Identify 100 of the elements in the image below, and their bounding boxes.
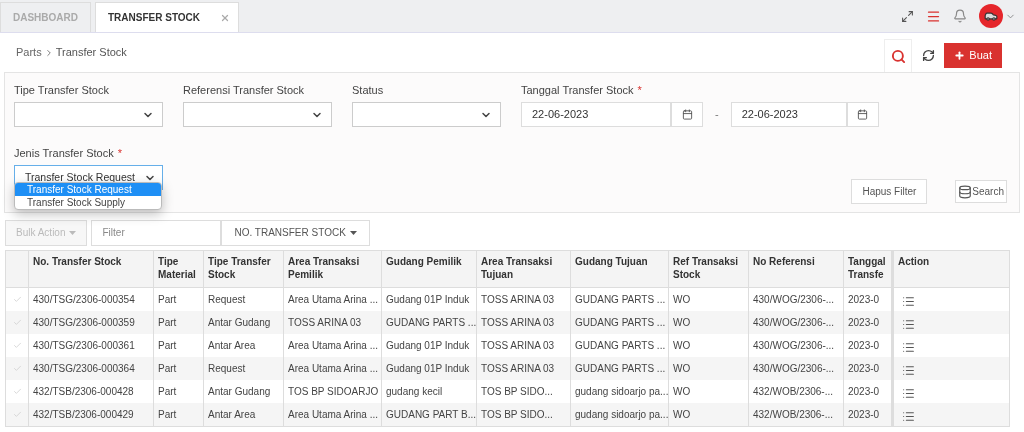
table-cell-text: 432/TSB/2306-000428 xyxy=(33,385,134,399)
refresh-icon xyxy=(921,49,935,62)
table-cell-text: gudang sidoarjo pa... xyxy=(575,385,668,399)
field-label: Status xyxy=(352,83,385,96)
car-icon xyxy=(984,9,998,23)
table-cell-text: Request xyxy=(208,362,246,376)
table-cell-text: Antar Area xyxy=(208,408,256,422)
table-cell-text: Part xyxy=(158,316,177,330)
column-header[interactable]: Tanggal Transfe xyxy=(848,255,887,281)
calendar-button[interactable] xyxy=(671,102,703,127)
select-field[interactable] xyxy=(352,102,501,127)
field-label: Tanggal Transfer Stock * xyxy=(521,83,643,96)
row-checkbox[interactable] xyxy=(12,295,22,304)
table-cell-text: TOSS ARINA 03 xyxy=(288,316,362,330)
select-field[interactable] xyxy=(183,102,332,127)
table-cell-text: 2023-0 xyxy=(848,362,880,376)
table-cell-text: Part xyxy=(158,339,177,353)
date-field[interactable]: 22-06-2023 xyxy=(521,102,671,127)
table-cell-text: 432/TSB/2306-000429 xyxy=(33,408,134,422)
breadcrumb-link[interactable]: Parts xyxy=(16,44,42,61)
column-header[interactable]: Area Transaksi Pemilik xyxy=(288,255,377,281)
table-cell-text: TOS BP SIDO... xyxy=(481,408,553,422)
avatar[interactable] xyxy=(979,4,1003,28)
calendar-icon xyxy=(681,109,693,120)
table-cell-text: 2023-0 xyxy=(848,316,880,330)
column-header[interactable]: Ref Transaksi Stock xyxy=(673,255,744,281)
table-cell-text: 2023-0 xyxy=(848,293,880,307)
breadcrumb-current: Transfer Stock xyxy=(55,45,127,61)
table-cell-text: 430/TSG/2306-000359 xyxy=(33,316,135,330)
date-field[interactable]: 22-06-2023 xyxy=(730,102,847,127)
table-cell-text: GUDANG PARTS ... xyxy=(386,316,476,330)
table-cell-text: Gudang 01P Induk xyxy=(386,362,470,376)
search-button[interactable] xyxy=(884,39,913,72)
table-cell-text: Gudang 01P Induk xyxy=(386,339,470,353)
column-dropdown[interactable]: NO. TRANSFER STOCK xyxy=(221,219,370,246)
row-checkbox[interactable] xyxy=(12,364,22,373)
table-cell-text: 430/TSG/2306-000364 xyxy=(33,362,135,376)
table-cell-text: TOSS ARINA 03 xyxy=(481,293,555,307)
table-cell-text: GUDANG PARTS ... xyxy=(575,316,666,330)
table-cell-text: Part xyxy=(158,293,177,307)
table-cell-text: TOS BP SIDOARJO xyxy=(288,385,379,399)
table-cell-text: Request xyxy=(208,293,246,307)
create-button[interactable]: Buat xyxy=(944,43,1002,68)
close-icon[interactable] xyxy=(220,12,231,23)
caret-icon xyxy=(349,230,357,235)
table-cell-text: Gudang 01P Induk xyxy=(386,293,470,307)
filter-field[interactable]: Filter xyxy=(91,219,222,246)
calendar-icon xyxy=(857,109,869,120)
dropdown-option[interactable]: Transfer Stock Supply xyxy=(15,196,161,209)
clear-filter-button[interactable]: Hapus Filter xyxy=(851,179,928,204)
column-header[interactable]: Gudang Tujuan xyxy=(575,255,664,268)
table-cell-text: TOSS ARINA 03 xyxy=(481,316,555,330)
column-header[interactable]: No Referensi xyxy=(753,255,839,268)
table-cell-text: WO xyxy=(673,316,691,330)
list-icon[interactable] xyxy=(902,410,915,423)
table-cell-text: 430/WOG/2306-... xyxy=(753,339,835,353)
table-cell-text: 432/WOB/2306-... xyxy=(753,385,834,399)
table-cell-text: TOSS ARINA 03 xyxy=(481,362,555,376)
table-cell-text: 430/TSG/2306-000354 xyxy=(33,293,135,307)
table-cell-text: gudang sidoarjo pa... xyxy=(575,408,668,422)
table-cell-text: 430/WOG/2306-... xyxy=(753,293,835,307)
table-cell-text: Antar Area xyxy=(208,339,256,353)
table-cell-text: Area Utama Arina ... xyxy=(288,408,379,422)
column-header[interactable]: Gudang Pemilik xyxy=(386,255,472,268)
search-button[interactable]: Search xyxy=(955,180,1007,203)
table-cell-text: GUDANG PARTS ... xyxy=(575,293,666,307)
table-cell-text: GUDANG PART B... xyxy=(386,408,476,422)
table-cell-text: 2023-0 xyxy=(848,408,880,422)
fullscreen-icon[interactable] xyxy=(901,9,914,23)
row-checkbox[interactable] xyxy=(12,341,22,350)
row-checkbox[interactable] xyxy=(12,318,22,327)
column-header[interactable]: No. Transfer Stock xyxy=(33,255,149,268)
notification-icon[interactable] xyxy=(953,9,967,23)
table-cell-text: Part xyxy=(158,362,177,376)
list-icon[interactable] xyxy=(902,295,915,308)
list-icon[interactable] xyxy=(902,387,915,400)
table-cell-text: 2023-0 xyxy=(848,385,880,399)
table-cell-text: WO xyxy=(673,408,691,422)
column-header[interactable]: Action xyxy=(898,255,1005,268)
table-cell-text: GUDANG PARTS ... xyxy=(575,339,666,353)
table-cell-text: WO xyxy=(673,293,691,307)
calendar-button[interactable] xyxy=(846,102,879,127)
list-icon[interactable] xyxy=(902,364,915,377)
tab[interactable]: TRANSFER STOCK xyxy=(95,2,240,32)
caret-icon xyxy=(69,230,77,235)
menu-icon[interactable] xyxy=(926,8,941,24)
row-checkbox[interactable] xyxy=(12,387,22,396)
row-checkbox[interactable] xyxy=(12,410,22,419)
list-icon[interactable] xyxy=(902,318,915,331)
list-icon[interactable] xyxy=(902,341,915,354)
plus-icon xyxy=(954,50,966,61)
table-cell-text: Antar Gudang xyxy=(208,316,271,330)
table-cell-text: Area Utama Arina ... xyxy=(288,293,379,307)
database-icon xyxy=(958,184,973,199)
range-separator: - xyxy=(715,107,719,123)
select-field[interactable] xyxy=(14,102,163,127)
column-header[interactable]: Area Transaksi Tujuan xyxy=(481,255,566,281)
column-header[interactable]: Tipe Material xyxy=(158,255,199,281)
column-header[interactable]: Tipe Transfer Stock xyxy=(208,255,279,281)
table-cell-text: WO xyxy=(673,339,691,353)
